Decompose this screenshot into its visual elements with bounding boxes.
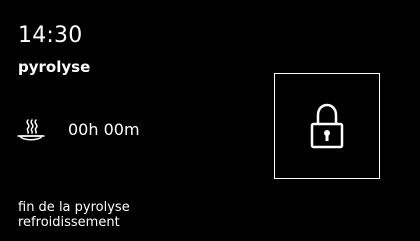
remaining-time: 00h 00m bbox=[68, 120, 140, 139]
door-lock-indicator bbox=[274, 73, 380, 179]
status-message: fin de la pyrolyse refroidissement bbox=[18, 200, 130, 230]
timer-row: 00h 00m bbox=[16, 116, 140, 144]
cooking-mode: pyrolyse bbox=[18, 58, 91, 76]
status-line-2: refroidissement bbox=[18, 215, 120, 230]
oven-display: 14:30 pyrolyse 00h 00m fin de la pyrolys… bbox=[0, 0, 420, 241]
status-line-1: fin de la pyrolyse bbox=[18, 200, 130, 215]
padlock-icon bbox=[310, 103, 344, 149]
steam-dish-icon bbox=[17, 119, 45, 141]
clock-time: 14:30 bbox=[18, 23, 83, 48]
